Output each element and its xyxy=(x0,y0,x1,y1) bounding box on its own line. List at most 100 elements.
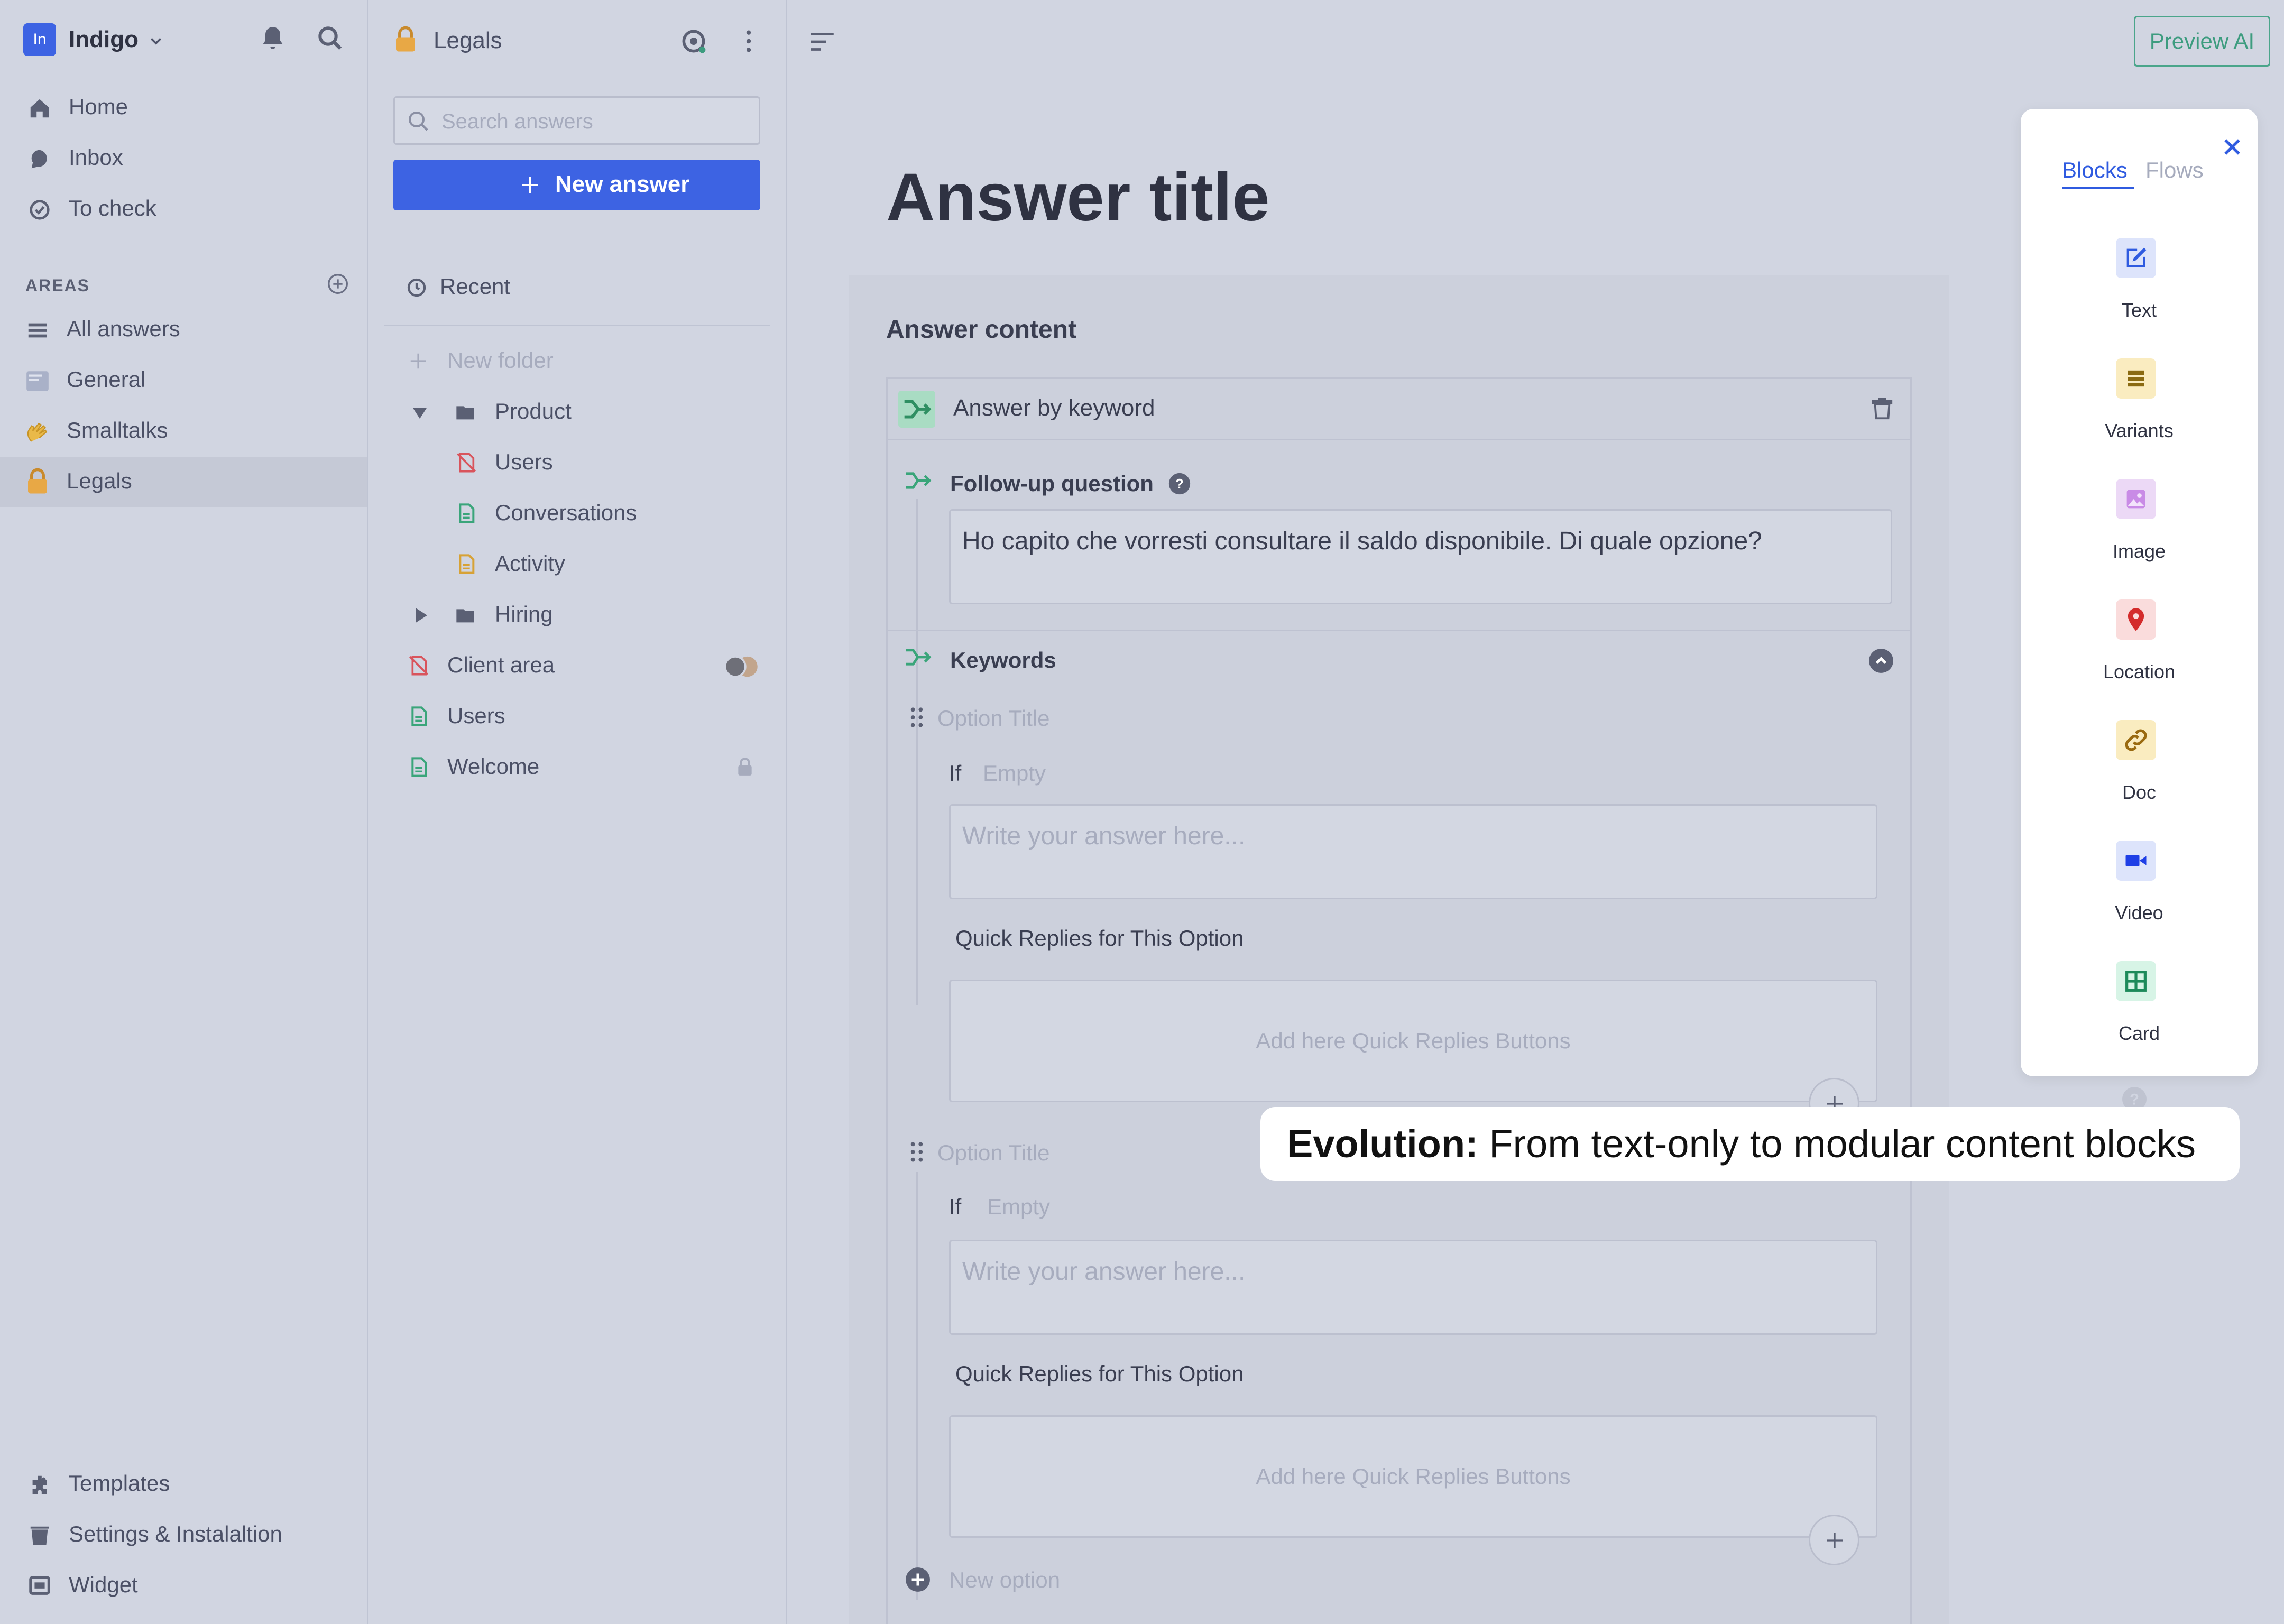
tab-flows[interactable]: Flows xyxy=(2145,158,2204,183)
answer-label: Client area xyxy=(447,652,555,677)
folder-product[interactable]: Product xyxy=(368,391,786,433)
add-quick-reply-button[interactable] xyxy=(1809,1515,1859,1565)
workspace-switcher[interactable]: In Indigo xyxy=(23,23,171,57)
tree-line xyxy=(916,499,918,1005)
tile-label: Variants xyxy=(2105,420,2174,441)
quick-replies-area[interactable]: Add here Quick Replies Buttons xyxy=(949,980,1877,1102)
option-answer-field[interactable]: Write your answer here... xyxy=(949,804,1877,899)
flow-arrow-icon xyxy=(904,645,932,669)
follow-up-question-field[interactable]: Ho capito che vorresti consultare il sal… xyxy=(949,509,1892,604)
link-icon xyxy=(2116,720,2156,760)
broadcast-icon[interactable] xyxy=(679,26,708,56)
callout-bold: Evolution: xyxy=(1287,1122,1478,1166)
nav-widget[interactable]: Widget xyxy=(0,1561,367,1611)
block-location[interactable]: Location xyxy=(2021,599,2258,720)
condition-value[interactable]: Empty xyxy=(987,1194,1050,1220)
new-folder-item[interactable]: New folder xyxy=(368,340,786,383)
document-hidden-icon xyxy=(456,451,477,474)
new-option-button[interactable]: New option xyxy=(949,1567,1060,1593)
nav-to-check[interactable]: To check xyxy=(0,184,367,235)
divider xyxy=(888,630,1910,631)
answer-label: Users xyxy=(495,449,553,474)
areas-heading: AREAS xyxy=(25,276,90,295)
collapse-menu-icon[interactable] xyxy=(807,26,837,57)
nav-inbox[interactable]: Inbox xyxy=(0,133,367,184)
workspace-name: Indigo xyxy=(69,26,139,52)
close-icon[interactable] xyxy=(2221,135,2244,159)
block-card[interactable]: Card xyxy=(2021,961,2258,1082)
card-icon xyxy=(2116,961,2156,1001)
plus-icon xyxy=(408,351,428,371)
answer-conversations[interactable]: Conversations xyxy=(368,493,786,535)
variants-icon xyxy=(2116,358,2156,399)
nav-settings[interactable]: Settings & Instalaltion xyxy=(0,1510,367,1561)
nav-templates[interactable]: Templates xyxy=(0,1459,367,1510)
area-smalltalks[interactable]: Smalltalks xyxy=(0,406,367,457)
tab-blocks[interactable]: Blocks xyxy=(2062,158,2128,183)
nav-home[interactable]: Home xyxy=(0,82,367,133)
area-all-answers[interactable]: All answers xyxy=(0,304,367,355)
answer-placeholder: Write your answer here... xyxy=(962,822,1246,850)
nav-label: General xyxy=(67,367,146,392)
option-answer-field[interactable]: Write your answer here... xyxy=(949,1240,1877,1335)
answer-activity[interactable]: Activity xyxy=(368,543,786,586)
divider xyxy=(384,325,770,326)
add-area-icon[interactable] xyxy=(326,272,350,296)
svg-text:?: ? xyxy=(1175,477,1184,492)
quick-replies-label: Quick Replies for This Option xyxy=(955,926,1244,951)
area-general[interactable]: General xyxy=(0,355,367,406)
answer-client-area[interactable]: Client area xyxy=(368,645,786,687)
block-doc[interactable]: Doc xyxy=(2021,720,2258,841)
bell-icon[interactable] xyxy=(258,23,288,53)
check-circle-icon xyxy=(27,198,52,222)
option-title-field[interactable]: Option Title xyxy=(937,706,1049,731)
search-icon xyxy=(406,108,431,134)
block-variants[interactable]: Variants xyxy=(2021,358,2258,479)
search-answers-input[interactable] xyxy=(441,108,748,135)
search-icon[interactable] xyxy=(315,23,345,53)
answer-list-panel: Legals New answer Recent New folder Prod… xyxy=(368,0,787,1624)
search-answers-field[interactable] xyxy=(393,96,760,145)
answer-users-hidden[interactable]: Users xyxy=(368,442,786,484)
folder-hiring[interactable]: Hiring xyxy=(368,594,786,636)
help-icon[interactable]: ? xyxy=(1168,472,1191,495)
option-title-field[interactable]: Option Title xyxy=(937,1140,1049,1166)
if-label: If xyxy=(949,1194,962,1219)
plus-icon xyxy=(519,174,540,196)
block-title: Answer by keyword xyxy=(953,395,1155,421)
drag-handle-icon[interactable] xyxy=(909,1140,925,1164)
tile-label: Card xyxy=(2118,1022,2160,1044)
lock-icon xyxy=(391,25,420,54)
plus-icon xyxy=(1824,1530,1845,1551)
block-video[interactable]: Video xyxy=(2021,841,2258,961)
collapse-icon[interactable] xyxy=(1868,648,1894,674)
answer-welcome[interactable]: Welcome xyxy=(368,746,786,789)
preview-ai-button[interactable]: Preview AI xyxy=(2134,16,2270,67)
area-legals[interactable]: Legals xyxy=(0,457,367,508)
blocks-panel: Blocks Flows Text Variants Image Locatio… xyxy=(2021,109,2258,1076)
document-hidden-icon xyxy=(408,654,429,677)
new-answer-button[interactable]: New answer xyxy=(393,160,760,210)
answer-users[interactable]: Users xyxy=(368,696,786,738)
more-vertical-icon[interactable] xyxy=(734,26,763,56)
trash-icon[interactable] xyxy=(1870,397,1894,421)
block-text[interactable]: Text xyxy=(2021,238,2258,358)
drag-handle-icon[interactable] xyxy=(909,706,925,729)
condition-value[interactable]: Empty xyxy=(983,761,1046,786)
answer-placeholder: Write your answer here... xyxy=(962,1258,1246,1286)
block-image[interactable]: Image xyxy=(2021,479,2258,599)
avatar-stack xyxy=(722,654,762,679)
image-icon xyxy=(2116,479,2156,519)
edit-icon xyxy=(2116,238,2156,278)
answer-label: Users xyxy=(447,703,505,728)
document-icon xyxy=(408,705,429,727)
recent-item[interactable]: Recent xyxy=(368,266,786,309)
caret-right-icon xyxy=(411,606,430,625)
document-draft-icon xyxy=(456,553,477,575)
answer-title[interactable]: Answer title xyxy=(886,159,1270,236)
location-pin-icon xyxy=(2116,599,2156,640)
add-circle-icon[interactable] xyxy=(905,1566,931,1593)
tile-label: Doc xyxy=(2122,781,2157,803)
quick-replies-area[interactable]: Add here Quick Replies Buttons xyxy=(949,1415,1877,1538)
lock-icon xyxy=(735,757,755,777)
